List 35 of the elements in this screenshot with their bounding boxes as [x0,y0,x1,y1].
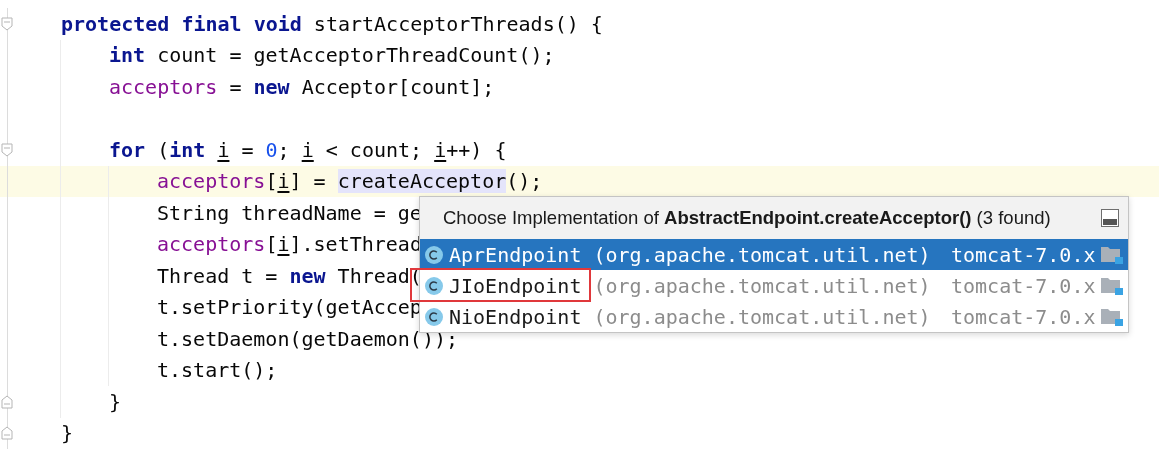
code-line: for (int i = 0; i < count; i++) { [109,137,507,162]
folder-icon [1101,307,1123,326]
folder-icon [1101,276,1123,295]
code-line: t.setPriority(getAccep [157,295,422,320]
module-name: tomcat-7.0.x [951,273,1097,298]
code-line: acceptors = new Acceptor[count]; [109,74,495,99]
class-icon [424,275,444,296]
folder-icon [1101,245,1123,264]
fold-icon[interactable] [1,394,13,409]
fold-icon[interactable] [1,426,13,441]
fold-icon[interactable] [1,142,13,157]
code-line: } [109,389,122,414]
implementation-item[interactable]: NioEndpoint (org.apache.tomcat.util.net) tomcat-7.0.x [420,301,1128,332]
code-line: String threadName = ge [157,200,422,225]
code-line: acceptors[i] = createAcceptor(); [157,169,543,194]
code-line: protected final void startAcceptorThreads() { [61,11,603,36]
module-name: tomcat-7.0.x [951,242,1097,267]
class-icon [424,244,444,265]
package-name: (org.apache.tomcat.util.net) [593,304,931,329]
code-line: } [61,421,74,446]
class-name: AprEndpoint [449,242,582,267]
code-line: acceptors[i].setThread [157,232,422,257]
package-name: (org.apache.tomcat.util.net) [593,242,931,267]
module-name: tomcat-7.0.x [951,304,1097,329]
class-name: NioEndpoint [449,304,582,329]
implementation-item[interactable]: AprEndpoint (org.apache.tomcat.util.net) tomcat-7.0.x [420,239,1128,270]
implementation-item[interactable]: JIoEndpoint (org.apache.tomcat.util.net) tomcat-7.0.x [420,270,1128,301]
fold-icon[interactable] [1,16,13,31]
class-name: JIoEndpoint [449,273,582,298]
code-line: t.start(); [157,358,278,383]
popup-title: Choose Implementation of AbstractEndpoint.createAcceptor() (3 found) [443,207,1051,229]
pin-icon[interactable] [1101,209,1119,227]
code-line: int count = getAcceptorThreadCount(); [109,43,555,68]
package-name: (org.apache.tomcat.util.net) [593,273,931,298]
class-icon [424,306,444,327]
